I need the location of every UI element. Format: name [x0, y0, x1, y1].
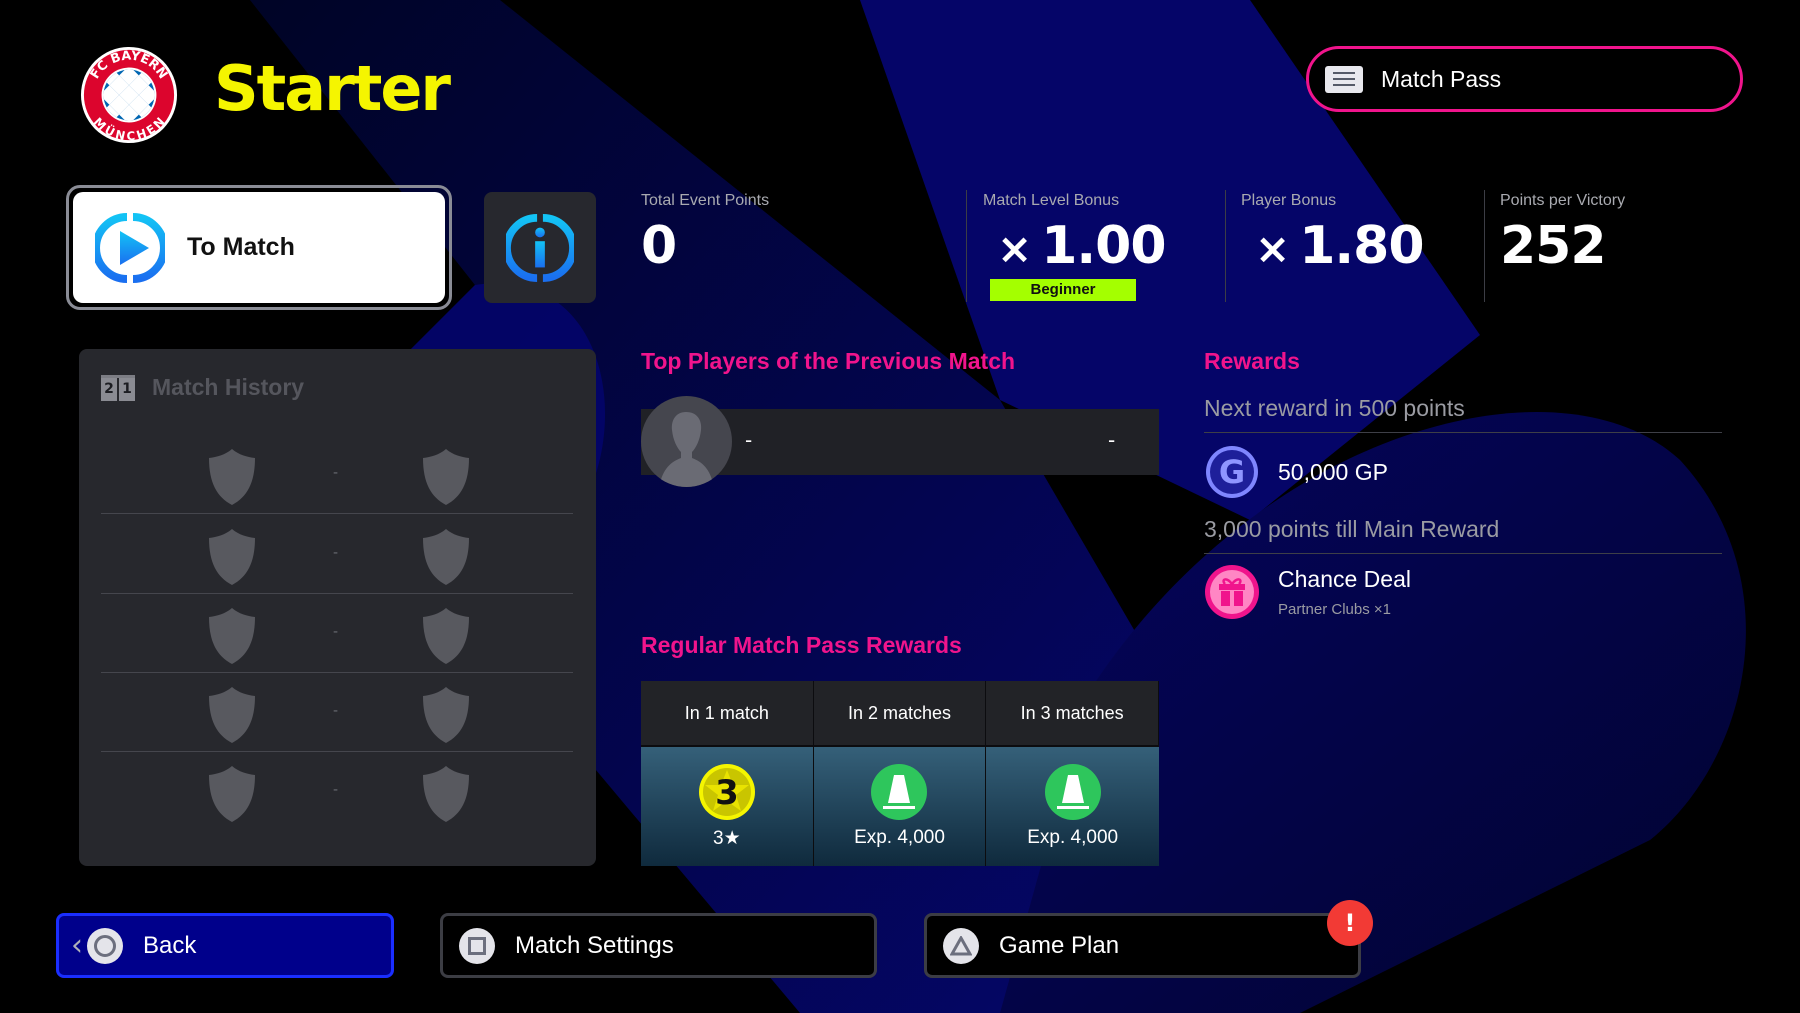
to-match-button[interactable]: To Match	[66, 185, 452, 310]
away-shield-icon	[423, 766, 469, 822]
multiply-sign: ×	[1255, 224, 1290, 273]
training-cone-icon	[871, 764, 928, 820]
circle-button-icon	[87, 927, 123, 964]
home-shield-icon	[209, 766, 255, 822]
page-title: Starter	[214, 52, 451, 125]
svg-text:3: 3	[715, 773, 739, 813]
regular-rewards-table: In 1 match In 2 matches In 3 matches 3 3…	[641, 681, 1159, 866]
player-avatar	[641, 396, 732, 487]
level-badge: Beginner	[990, 279, 1136, 301]
chevron-left-icon: ‹	[71, 927, 83, 963]
game-plan-button[interactable]: Game Plan	[924, 913, 1361, 978]
rewards-heading: Rewards	[1204, 348, 1300, 374]
score: -	[333, 465, 339, 481]
reward-cell[interactable]: Exp. 4,000	[813, 745, 987, 866]
svg-text:G: G	[1219, 453, 1245, 491]
next-reward-text: Next reward in 500 points	[1204, 395, 1465, 421]
history-row[interactable]: -	[101, 515, 573, 594]
divider	[1204, 432, 1722, 433]
match-pass-button[interactable]: Match Pass	[1306, 46, 1743, 112]
column-header: In 3 matches	[986, 681, 1159, 745]
triangle-button-icon	[943, 927, 979, 964]
back-button[interactable]: ‹ Back	[56, 913, 394, 978]
multiply-sign: ×	[997, 224, 1032, 273]
stat-player-bonus: Player Bonus × 1.80	[1241, 192, 1425, 302]
reward-label: Exp. 4,000	[854, 827, 945, 848]
home-shield-icon	[209, 529, 255, 585]
player-silhouette-icon	[659, 412, 714, 487]
score: -	[333, 624, 339, 640]
reward-label: 3★	[713, 828, 741, 849]
history-row[interactable]: -	[101, 594, 573, 673]
club-logo: FC BAYERN MÜNCHEN	[80, 46, 178, 143]
info-icon	[506, 213, 574, 282]
divider	[1204, 553, 1722, 554]
stat-value: 252	[1500, 216, 1607, 276]
match-settings-label: Match Settings	[515, 931, 674, 959]
stat-label: Player Bonus	[1241, 192, 1337, 209]
square-button-icon	[459, 927, 495, 964]
stat-label: Match Level Bonus	[983, 192, 1120, 209]
history-row[interactable]: -	[101, 435, 573, 514]
alert-badge: !	[1327, 900, 1373, 946]
training-cone-icon	[1044, 764, 1101, 820]
stat-value: 1.00	[1041, 216, 1166, 276]
divider	[966, 190, 967, 302]
home-shield-icon	[209, 608, 255, 664]
to-match-label: To Match	[187, 233, 295, 261]
score: -	[333, 545, 339, 561]
home-shield-icon	[209, 449, 255, 505]
gp-coin-icon: G	[1206, 446, 1258, 498]
history-row[interactable]: -	[101, 752, 573, 831]
reward-name: 50,000 GP	[1278, 458, 1388, 485]
regular-rewards-heading: Regular Match Pass Rewards	[641, 632, 962, 658]
away-shield-icon	[423, 608, 469, 664]
history-row[interactable]: -	[101, 673, 573, 752]
reward-name: Chance Deal	[1278, 566, 1411, 592]
next-reward-item[interactable]: G 50,000 GP	[1204, 444, 1388, 500]
stat-points-per-victory: Points per Victory 252	[1500, 192, 1625, 302]
back-label: Back	[143, 931, 197, 959]
stat-label: Total Event Points	[641, 192, 770, 209]
divider	[1484, 190, 1485, 302]
reward-cell[interactable]: 3 3★	[641, 745, 814, 866]
column-header: In 2 matches	[813, 681, 987, 745]
star-badge-icon: 3	[698, 764, 755, 820]
stat-total-event-points: Total Event Points 0	[641, 192, 769, 302]
menu-icon	[1325, 65, 1363, 93]
away-shield-icon	[423, 687, 469, 743]
game-plan-label: Game Plan	[999, 931, 1120, 959]
reward-cell[interactable]: Exp. 4,000	[986, 745, 1159, 866]
away-shield-icon	[423, 529, 469, 585]
match-history-title: Match History	[152, 374, 305, 400]
stat-value: 0	[641, 216, 677, 276]
away-shield-icon	[423, 449, 469, 505]
stat-value: 1.80	[1299, 216, 1424, 276]
top-players-heading: Top Players of the Previous Match	[641, 348, 1016, 374]
main-reward-text: 3,000 points till Main Reward	[1204, 516, 1500, 542]
reward-label: Exp. 4,000	[1027, 827, 1119, 848]
stat-label: Points per Victory	[1500, 192, 1626, 209]
divider	[1225, 190, 1226, 302]
column-header: In 1 match	[641, 681, 814, 745]
reward-subtitle: Partner Clubs ×1	[1278, 601, 1391, 618]
main-reward-item[interactable]: Chance Deal Partner Clubs ×1	[1204, 564, 1411, 620]
match-pass-label: Match Pass	[1381, 65, 1502, 92]
player-name: -	[745, 428, 753, 452]
score: -	[333, 782, 339, 798]
match-history-panel: 2 1 Match History - - - - -	[79, 349, 596, 866]
score: -	[333, 703, 339, 719]
scoreboard-icon: 2 1	[101, 374, 135, 401]
gift-icon	[1205, 565, 1259, 619]
play-icon	[95, 212, 165, 283]
match-settings-button[interactable]: Match Settings	[440, 913, 877, 978]
info-button[interactable]	[484, 192, 596, 303]
home-shield-icon	[209, 687, 255, 743]
player-score: -	[1108, 428, 1116, 452]
